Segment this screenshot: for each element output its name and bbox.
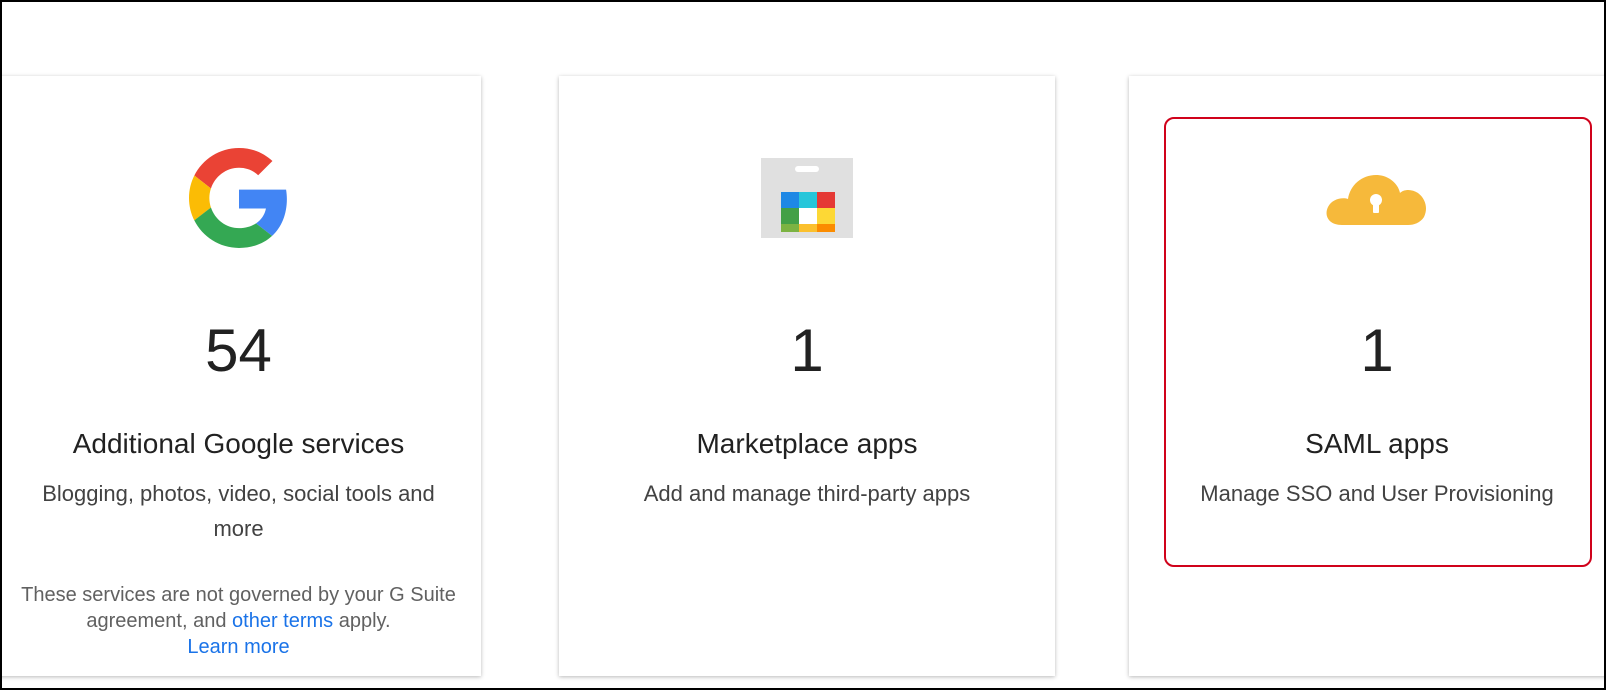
screenshot-frame: 54 Additional Google services Blogging, …: [0, 0, 1606, 690]
card-title: SAML apps: [1305, 428, 1449, 459]
cloud-lock-icon-wrap: [1129, 148, 1604, 248]
learn-more-link[interactable]: Learn more: [187, 636, 289, 658]
card-description: Blogging, photos, video, social tools an…: [42, 481, 435, 541]
marketplace-count: 1: [790, 317, 824, 384]
card-description: Add and manage third-party apps: [643, 481, 971, 506]
card-additional-google-services[interactable]: 54 Additional Google services Blogging, …: [2, 76, 481, 676]
terms-note-text-end: apply.: [333, 610, 391, 632]
saml-count: 1: [1360, 317, 1394, 384]
google-g-icon: [188, 148, 287, 248]
card-title: Additional Google services: [72, 428, 405, 459]
cloud-lock-icon: [1326, 175, 1426, 225]
services-count: 54: [205, 317, 272, 384]
google-g-icon-wrap: [2, 148, 481, 248]
marketplace-icon-wrap: [559, 148, 1055, 248]
marketplace-icon: [761, 158, 853, 238]
card-marketplace-apps[interactable]: 1 Marketplace apps Add and manage third-…: [559, 76, 1055, 676]
card-saml-apps[interactable]: 1 SAML apps Manage SSO and User Provisio…: [1129, 76, 1604, 676]
terms-note: These services are not governed by your …: [10, 582, 467, 660]
other-terms-link[interactable]: other terms: [232, 610, 333, 632]
card-title: Marketplace apps: [696, 428, 918, 459]
card-description: Manage SSO and User Provisioning: [1200, 481, 1554, 506]
